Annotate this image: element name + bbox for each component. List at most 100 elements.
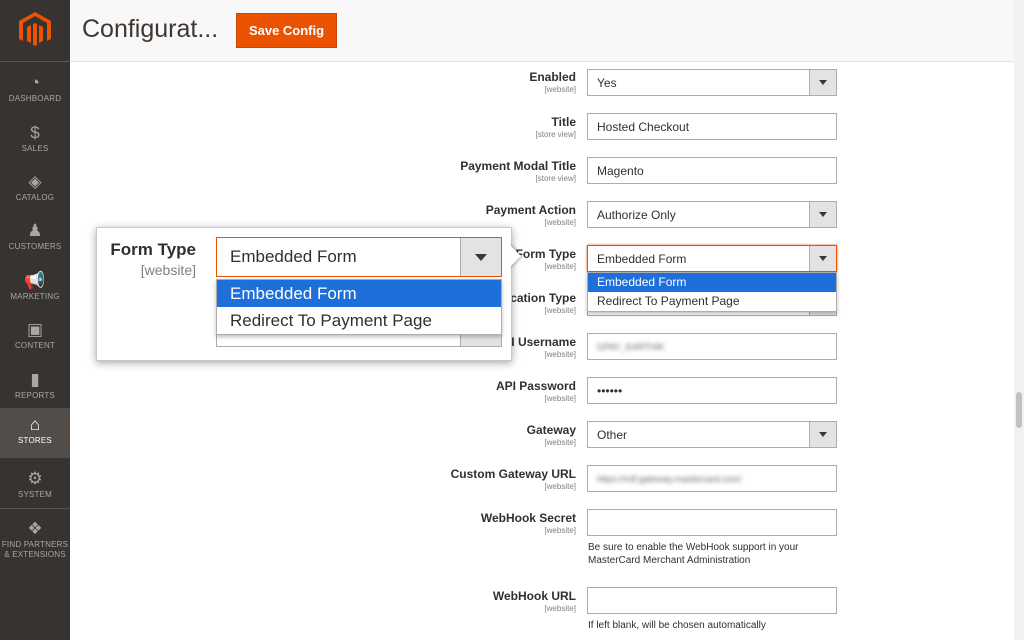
form-type-label-group: Form Type [website] bbox=[516, 247, 576, 271]
magento-logo[interactable] bbox=[19, 12, 51, 48]
form-type-select[interactable]: Embedded Form bbox=[587, 245, 837, 272]
custom-gateway-url-label: Custom Gateway URL bbox=[450, 467, 576, 481]
modal-title-label: Payment Modal Title bbox=[460, 159, 576, 173]
form-type-dropdown-button[interactable] bbox=[809, 246, 836, 271]
sidebar-item-reports[interactable]: ▮ REPORTS bbox=[0, 363, 70, 413]
box-icon: ◈ bbox=[28, 172, 42, 191]
sidebar-item-label: STORES bbox=[18, 436, 52, 445]
integration-type-label: cation Type bbox=[510, 291, 576, 305]
sidebar-item-label: REPORTS bbox=[15, 391, 55, 400]
gateway-label: Gateway bbox=[526, 423, 576, 437]
speedometer-icon: ◔ bbox=[29, 73, 41, 92]
form-type-dropdown-list: Embedded Form Redirect To Payment Page bbox=[587, 272, 837, 312]
zoom-option-embedded-form[interactable]: Embedded Form bbox=[217, 280, 501, 307]
bar-chart-icon: ▮ bbox=[30, 370, 40, 389]
api-username-label: I Username bbox=[511, 335, 576, 349]
enabled-dropdown-button[interactable] bbox=[809, 70, 836, 95]
sidebar-item-content[interactable]: ▣ CONTENT bbox=[0, 313, 70, 363]
scrollbar-thumb[interactable] bbox=[1016, 392, 1022, 428]
webhook-url-label: WebHook URL bbox=[492, 589, 576, 603]
zoom-form-type-scope: [website] bbox=[140, 262, 196, 278]
zoom-dropdown-button[interactable] bbox=[460, 238, 501, 276]
gateway-label-group: Gateway [website] bbox=[527, 423, 576, 447]
sidebar-item-find-partners[interactable]: ❖ FIND PARTNERS & EXTENSIONS bbox=[0, 512, 70, 562]
title-label: Title bbox=[551, 115, 576, 129]
payment-action-scope: [website] bbox=[544, 218, 576, 227]
webhook-url-note: If left blank, will be chosen automatica… bbox=[588, 620, 766, 631]
sidebar-divider bbox=[0, 508, 70, 509]
custom-gateway-url-scope: [website] bbox=[544, 482, 576, 491]
sidebar-item-label: CUSTOMERS bbox=[8, 242, 62, 251]
api-username-label-group: I Username [website] bbox=[511, 335, 576, 359]
chevron-down-icon bbox=[819, 256, 827, 261]
zoom-dropdown-list: Embedded Form Redirect To Payment Page bbox=[216, 279, 502, 335]
webhook-secret-label-group: WebHook Secret [website] bbox=[481, 511, 576, 535]
sidebar-item-label: MARKETING bbox=[10, 292, 60, 301]
zoom-form-type-label: Form Type bbox=[110, 240, 196, 259]
sidebar-item-customers[interactable]: ♟ CUSTOMERS bbox=[0, 214, 70, 264]
api-password-scope: [website] bbox=[544, 394, 576, 403]
modal-title-input[interactable]: Magento bbox=[587, 157, 837, 184]
webhook-url-scope: [website] bbox=[544, 604, 576, 613]
form-type-scope: [website] bbox=[544, 262, 576, 271]
gateway-dropdown-button[interactable] bbox=[809, 422, 836, 447]
payment-action-dropdown-button[interactable] bbox=[809, 202, 836, 227]
integration-type-scope: [website] bbox=[544, 306, 576, 315]
gear-icon: ⚙ bbox=[27, 469, 43, 488]
sidebar-item-system[interactable]: ⚙ SYSTEM bbox=[0, 462, 70, 512]
zoom-callout: Form Type [website] Embedded Form Embedd… bbox=[96, 227, 512, 361]
custom-gateway-url-label-group: Custom Gateway URL [website] bbox=[451, 467, 576, 491]
api-password-label-group: API Password [website] bbox=[496, 379, 576, 403]
payment-action-label-group: Payment Action [website] bbox=[486, 203, 576, 227]
sidebar-item-sales[interactable]: $ SALES bbox=[0, 116, 70, 166]
dollar-icon: $ bbox=[30, 123, 40, 142]
layout-icon: ▣ bbox=[26, 320, 44, 339]
zoom-pointer-arrow bbox=[509, 244, 521, 268]
sidebar-item-marketing[interactable]: 📢 MARKETING bbox=[0, 264, 70, 314]
sidebar-item-label: DASHBOARD bbox=[8, 94, 62, 103]
api-username-scope: [website] bbox=[544, 350, 576, 359]
store-icon: ⌂ bbox=[29, 415, 41, 434]
sidebar-item-label: SYSTEM bbox=[17, 490, 53, 499]
api-username-value: GPAY_KARTHIK bbox=[597, 341, 665, 352]
modal-title-label-group: Payment Modal Title [store view] bbox=[460, 159, 576, 183]
zoom-option-redirect[interactable]: Redirect To Payment Page bbox=[217, 307, 501, 334]
enabled-select[interactable]: Yes bbox=[587, 69, 837, 96]
webhook-secret-label: WebHook Secret bbox=[480, 511, 576, 525]
enabled-value: Yes bbox=[597, 75, 617, 90]
webhook-secret-input[interactable] bbox=[587, 509, 837, 536]
title-label-group: Title [store view] bbox=[536, 115, 576, 139]
custom-gateway-url-input[interactable]: https://mtf.gateway.mastercard.com/ bbox=[587, 465, 837, 492]
form-type-value: Embedded Form bbox=[597, 251, 687, 266]
payment-action-label: Payment Action bbox=[485, 203, 576, 217]
zoom-form-type-value: Embedded Form bbox=[230, 247, 357, 266]
zoom-label-group: Form Type [website] bbox=[110, 240, 196, 278]
person-icon: ♟ bbox=[27, 221, 43, 240]
zoom-form-type-select[interactable]: Embedded Form bbox=[216, 237, 502, 277]
webhook-url-label-group: WebHook URL [website] bbox=[493, 589, 576, 613]
admin-sidebar: ◔ DASHBOARD $ SALES ◈ CATALOG ♟ CUSTOMER… bbox=[0, 0, 70, 640]
gateway-value: Other bbox=[597, 427, 628, 442]
sidebar-item-stores[interactable]: ⌂ STORES bbox=[0, 408, 70, 458]
api-username-input[interactable]: GPAY_KARTHIK bbox=[587, 333, 837, 360]
webhook-url-input[interactable] bbox=[587, 587, 837, 614]
megaphone-icon: 📢 bbox=[24, 271, 46, 290]
enabled-label-group: Enabled [website] bbox=[529, 70, 576, 94]
dropdown-option-redirect[interactable]: Redirect To Payment Page bbox=[588, 292, 836, 311]
gateway-select[interactable]: Other bbox=[587, 421, 837, 448]
sidebar-item-catalog[interactable]: ◈ CATALOG bbox=[0, 165, 70, 215]
enabled-scope: [website] bbox=[544, 85, 576, 94]
chevron-down-icon bbox=[819, 212, 827, 217]
chevron-down-icon bbox=[819, 80, 827, 85]
sidebar-item-dashboard[interactable]: ◔ DASHBOARD bbox=[0, 66, 70, 116]
title-scope: [store view] bbox=[535, 130, 576, 139]
api-password-input[interactable]: •••••• bbox=[587, 377, 837, 404]
title-input[interactable]: Hosted Checkout bbox=[587, 113, 837, 140]
page-scrollbar[interactable] bbox=[1014, 0, 1024, 640]
page-title: Configurat... bbox=[82, 15, 219, 43]
dropdown-option-embedded-form[interactable]: Embedded Form bbox=[588, 273, 836, 292]
form-type-label: Form Type bbox=[515, 247, 576, 261]
save-config-button[interactable]: Save Config bbox=[236, 13, 337, 48]
payment-action-select[interactable]: Authorize Only bbox=[587, 201, 837, 228]
sidebar-item-label: SALES bbox=[21, 144, 49, 153]
